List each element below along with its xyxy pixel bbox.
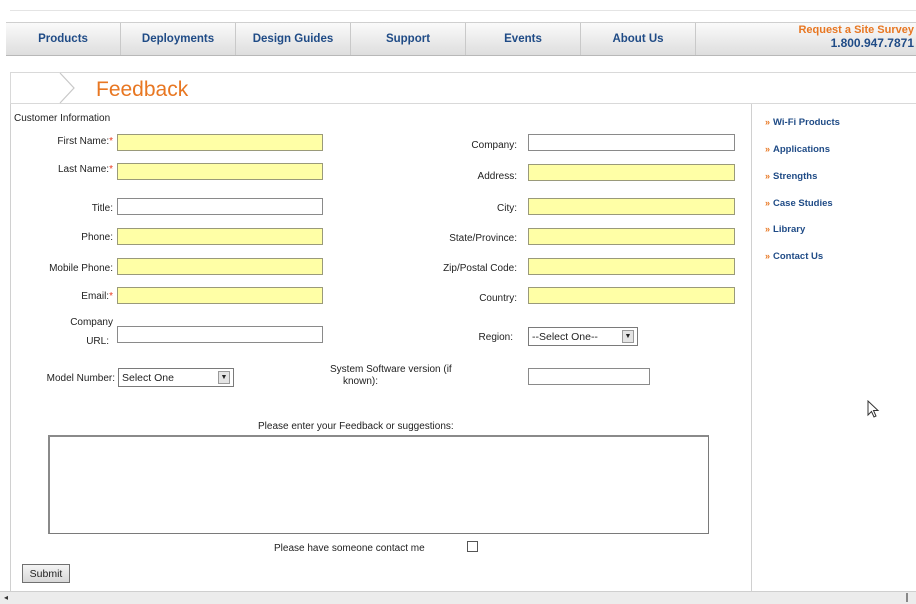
dropdown-arrow-icon[interactable]: ▼ [622,330,634,343]
company-url-label-line2: URL: [86,336,109,347]
mobile-phone-field[interactable] [117,258,323,275]
double-arrow-icon: » [765,224,771,234]
title-field[interactable] [117,198,323,215]
address-field[interactable] [528,164,735,181]
mouse-cursor-icon [867,400,880,418]
phone-field[interactable] [117,228,323,245]
email-field[interactable] [117,287,323,304]
contact-me-label: Please have someone contact me [274,543,425,554]
country-label: Country: [479,293,517,304]
page-title: Feedback [96,78,189,101]
first-name-field[interactable] [117,134,323,151]
city-field[interactable] [528,198,735,215]
software-version-field[interactable] [528,368,650,385]
sidebar-item-wifi-products[interactable]: » Wi-Fi Products [765,117,840,128]
model-number-select[interactable]: Select One ▼ [118,368,234,387]
country-field[interactable] [528,287,735,304]
sidebar-item-strengths[interactable]: » Strengths [765,171,817,182]
sidebar-divider [751,104,752,591]
nav-events[interactable]: Events [466,23,581,55]
mobile-phone-label: Mobile Phone: [49,263,113,274]
sidebar-item-applications[interactable]: » Applications [765,144,830,155]
site-survey-link[interactable]: Request a Site Survey 1.800.947.7871 [746,22,916,54]
top-rule [10,10,916,11]
double-arrow-icon: » [765,171,771,181]
nav-support[interactable]: Support [351,23,466,55]
feedback-textarea[interactable] [48,435,709,534]
company-label: Company: [471,140,517,151]
state-province-field[interactable] [528,228,735,245]
phone-label: Phone: [81,232,113,243]
scroll-right-thumb[interactable] [902,593,912,603]
zip-postal-code-label: Zip/Postal Code: [443,263,517,274]
phone-number: 1.800.947.7871 [830,36,914,50]
zip-postal-code-field[interactable] [528,258,735,275]
first-name-label: First Name:* [57,136,113,147]
contact-me-checkbox[interactable] [467,541,478,552]
feedback-label: Please enter your Feedback or suggestion… [258,421,454,432]
software-version-label: System Software version (if known): [330,364,452,388]
nav-design-guides[interactable]: Design Guides [236,23,351,55]
double-arrow-icon: » [765,251,771,261]
dropdown-arrow-icon[interactable]: ▼ [218,371,230,384]
title-label: Title: [91,203,113,214]
sidebar-item-contact-us[interactable]: » Contact Us [765,251,823,262]
sidebar-item-library[interactable]: » Library [765,224,805,235]
double-arrow-icon: » [765,117,771,127]
scroll-left-arrow-icon[interactable]: ◂ [4,593,14,603]
region-select-value: --Select One-- [532,330,598,343]
nav-deployments[interactable]: Deployments [121,23,236,55]
nav-about-us[interactable]: About Us [581,23,696,55]
region-select[interactable]: --Select One-- ▼ [528,327,638,346]
address-label: Address: [477,171,517,182]
section-label: Customer Information [14,113,111,124]
model-number-label: Model Number: [46,373,115,384]
software-version-label-line1: System Software version (if [330,364,452,375]
model-number-select-value: Select One [122,371,174,384]
software-version-label-line2: known): [343,376,379,387]
submit-button[interactable]: Submit [22,564,70,583]
company-url-field[interactable] [117,326,323,343]
last-name-label: Last Name:* [57,164,113,175]
double-arrow-icon: » [765,144,771,154]
last-name-field[interactable] [117,163,323,180]
company-url-label-line1: Company [70,317,113,328]
nav-products[interactable]: Products [6,23,121,55]
sidebar-item-case-studies[interactable]: » Case Studies [765,198,833,209]
state-province-label: State/Province: [449,233,517,244]
region-label: Region: [478,332,513,343]
chevron-right-icon [59,72,75,104]
company-field[interactable] [528,134,735,151]
horizontal-scrollbar[interactable] [0,591,916,604]
double-arrow-icon: » [765,198,771,208]
city-label: City: [497,203,517,214]
email-label: Email:* [81,291,113,302]
